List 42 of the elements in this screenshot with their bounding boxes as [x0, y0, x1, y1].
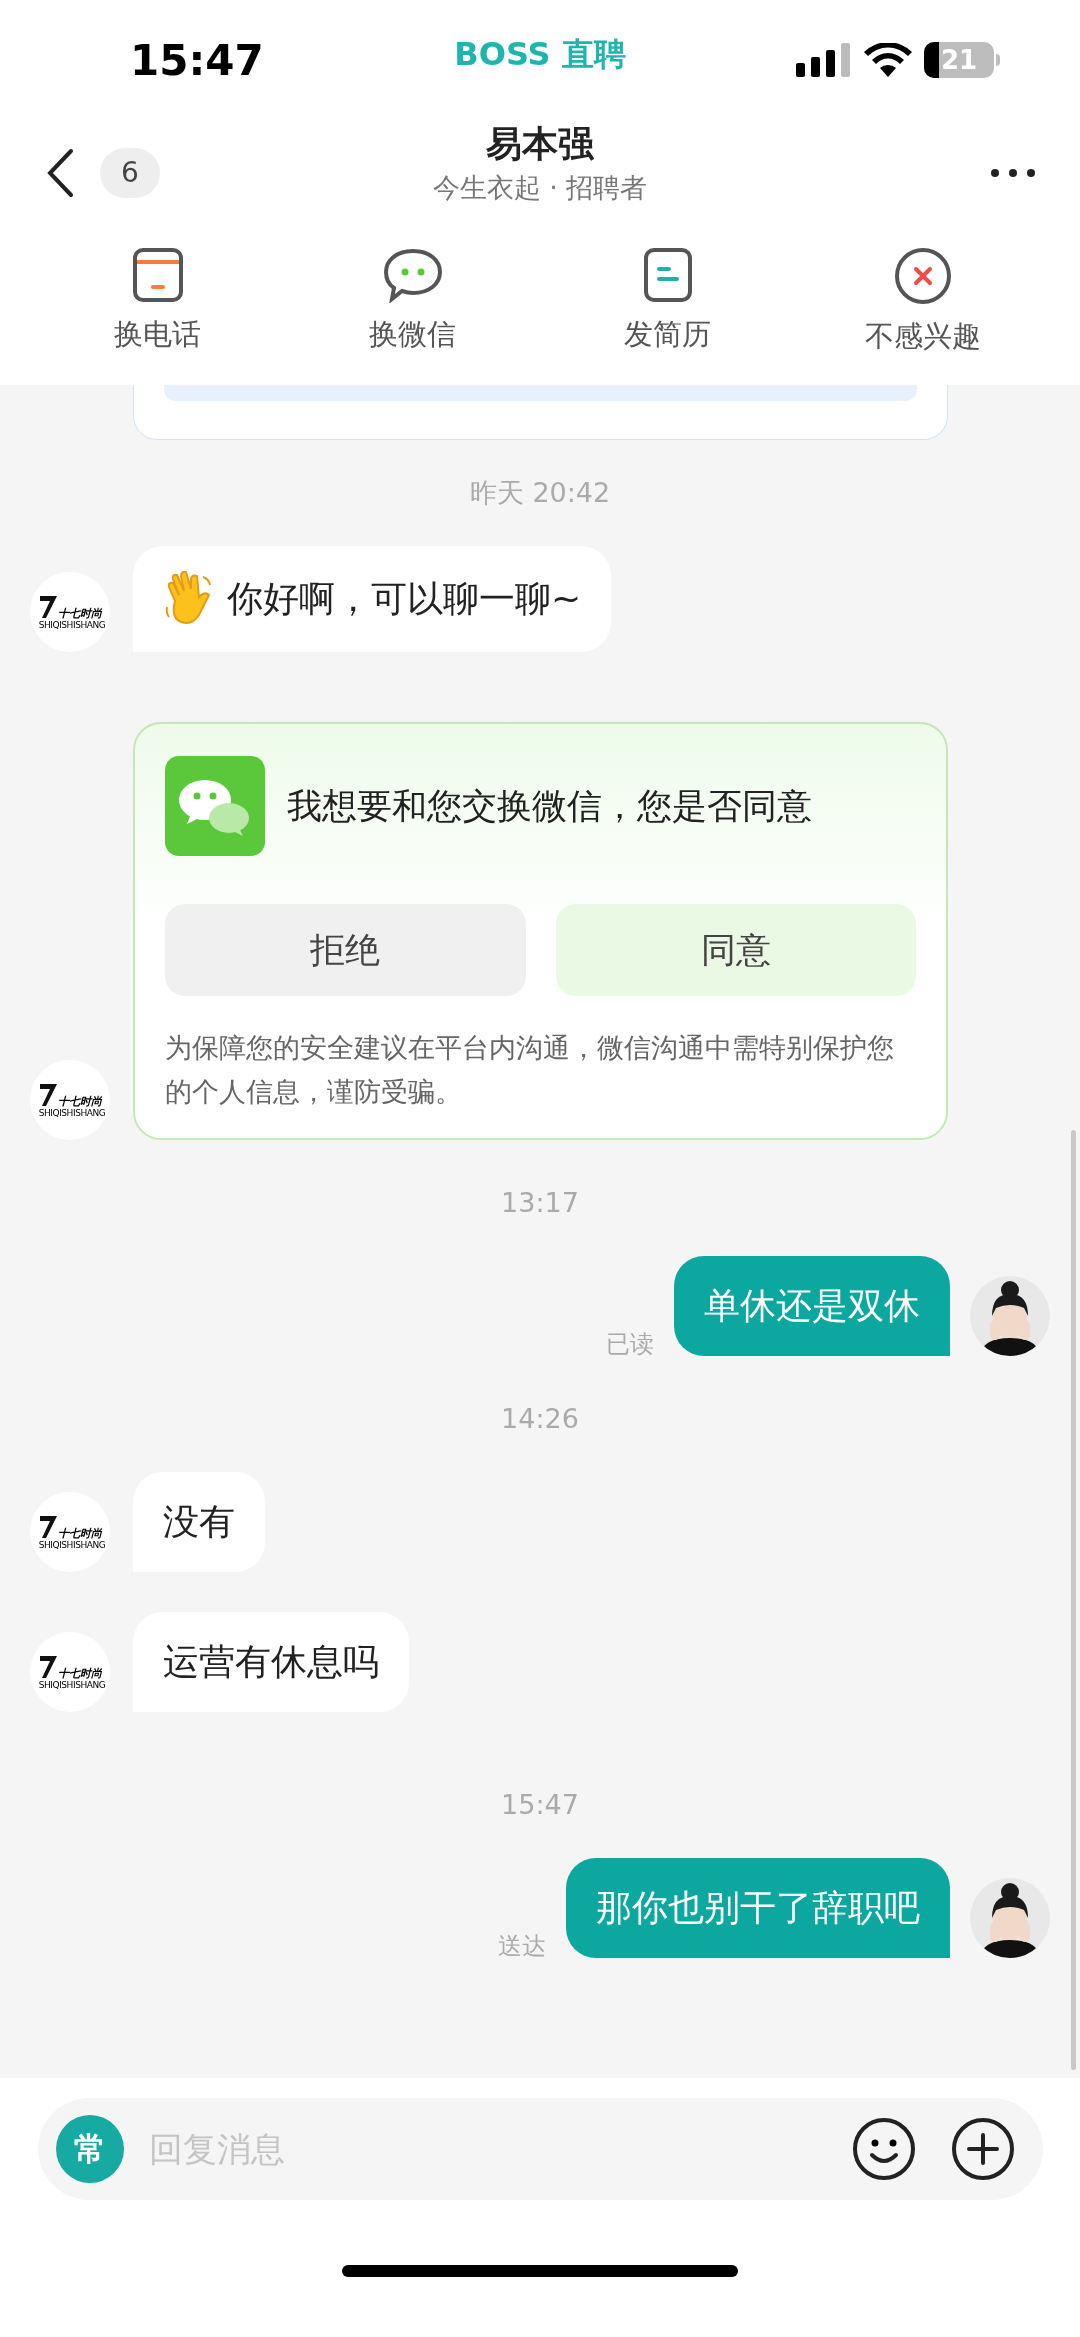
accept-button[interactable]: 同意	[555, 904, 916, 996]
add-icon[interactable]	[950, 2117, 1015, 2181]
message-bubble: 你好啊，可以聊一聊~	[133, 546, 612, 652]
more-icon[interactable]	[991, 168, 1035, 177]
contact-name: 易本强	[486, 122, 594, 166]
read-status: 送达	[498, 1931, 546, 1962]
signal-icon	[796, 43, 852, 77]
company-logo-avatar: 十七时尚 SHIQISHISHANG	[30, 1632, 110, 1712]
company-logo-avatar: 十七时尚 SHIQISHISHANG	[30, 1492, 110, 1572]
timestamp: 昨天 20:42	[469, 475, 611, 510]
timestamp: 13:17	[501, 1185, 579, 1220]
company-logo-avatar: 十七时尚 SHIQISHISHANG	[30, 1060, 110, 1140]
phone-card-icon	[131, 247, 184, 303]
message-bubble: 没有	[133, 1472, 265, 1572]
message-bubble: 那你也别干了辞职吧	[566, 1858, 950, 1958]
company-logo-avatar: 十七时尚 SHIQISHISHANG	[30, 572, 110, 652]
request-text: 我想要和您交换微信，您是否同意	[287, 784, 812, 828]
decline-button[interactable]: 拒绝	[165, 904, 526, 996]
safety-note: 为保障您的安全建议在平台内沟通，微信沟通中需特别保护您的个人信息，谨防受骗。	[165, 1031, 895, 1109]
read-status: 已读	[606, 1329, 654, 1360]
status-time: 15:47	[130, 34, 264, 87]
action-button[interactable]: 换电话	[67, 247, 248, 359]
unread-badge: 6	[100, 147, 160, 198]
wechat-icon	[165, 756, 265, 856]
contact-subtitle: 今生衣起 · 招聘者	[432, 171, 648, 205]
battery-level: 21	[940, 43, 978, 77]
battery-fill	[924, 42, 939, 78]
app-name: BOSS 直聘	[454, 34, 626, 75]
message-bubble: 运营有休息吗	[133, 1612, 409, 1712]
wifi-icon	[864, 43, 912, 77]
timestamp: 14:26	[501, 1401, 579, 1436]
action-button[interactable]: 发简历	[577, 247, 758, 359]
message-bubble: 单休还是双休	[674, 1256, 950, 1356]
emoji-icon[interactable]	[851, 2117, 916, 2181]
back-icon[interactable]	[45, 147, 75, 198]
timestamp: 15:47	[501, 1787, 579, 1822]
document-icon	[642, 247, 693, 303]
waving-hand-icon	[163, 571, 213, 627]
close-icon	[893, 247, 952, 305]
action-button[interactable]: 换微信	[322, 247, 503, 359]
chat-bubble-icon	[382, 247, 443, 303]
action-button[interactable]: 不感兴趣	[832, 247, 1013, 359]
